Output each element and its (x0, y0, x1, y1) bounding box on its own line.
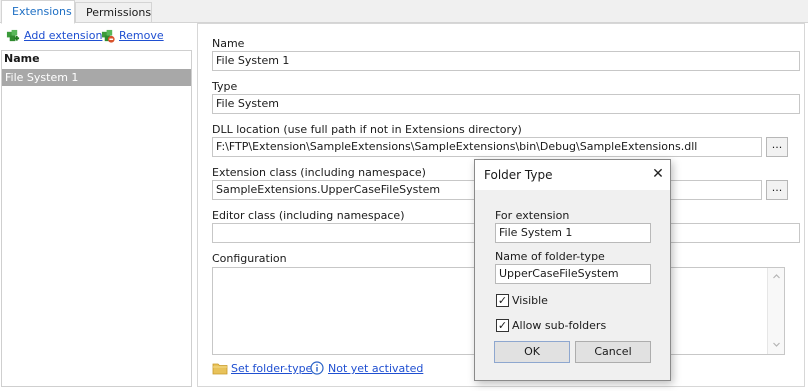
dll-location-label: DLL location (use full path if not in Ex… (212, 123, 522, 136)
type-label: Type (212, 80, 238, 93)
browse-class-button[interactable]: ... (766, 180, 788, 200)
close-icon[interactable]: ✕ (648, 164, 668, 184)
folder-icon (212, 363, 228, 375)
list-item[interactable]: File System 1 (2, 69, 191, 86)
editor-class-label: Editor class (including namespace) (212, 209, 405, 222)
allow-subfolders-checkbox[interactable]: ✓ (496, 319, 509, 332)
extensions-list (1, 50, 192, 387)
add-extension-icon (6, 29, 20, 42)
visible-checkbox[interactable]: ✓ (496, 294, 509, 307)
folder-type-name-field[interactable]: UpperCaseFileSystem (495, 264, 651, 284)
dll-location-field[interactable]: F:\FTP\Extension\SampleExtensions\Sample… (212, 137, 762, 157)
configuration-scrollbar[interactable] (767, 268, 784, 354)
remove-label[interactable]: Remove (119, 29, 164, 43)
allow-subfolders-label: Allow sub-folders (512, 319, 607, 332)
tab-extensions[interactable]: Extensions (1, 0, 75, 24)
extension-class-label: Extension class (including namespace) (212, 166, 426, 179)
add-extension-label[interactable]: Add extension (24, 29, 102, 43)
cancel-button[interactable]: Cancel (575, 341, 651, 363)
name-label: Name (212, 37, 245, 50)
folder-type-name-label: Name of folder-type (495, 250, 605, 263)
name-field[interactable]: File System 1 (212, 51, 800, 71)
tab-permissions[interactable]: Permissions (75, 2, 152, 23)
visible-label: Visible (512, 294, 548, 307)
info-icon (310, 361, 324, 375)
not-activated-label[interactable]: Not yet activated (328, 362, 423, 376)
ok-button[interactable]: OK (494, 341, 570, 363)
dialog-title: Folder Type (484, 168, 553, 182)
configuration-label: Configuration (212, 252, 287, 265)
set-folder-type-label[interactable]: Set folder-type (231, 362, 312, 376)
browse-dll-button[interactable]: ... (766, 137, 788, 157)
for-extension-field[interactable]: File System 1 (495, 223, 651, 243)
list-column-header[interactable]: Name (4, 52, 40, 65)
for-extension-label: For extension (495, 209, 570, 222)
remove-extension-icon (101, 29, 115, 43)
type-field[interactable]: File System (212, 94, 800, 114)
scroll-up-icon[interactable] (768, 271, 785, 281)
scroll-down-icon[interactable] (768, 340, 785, 350)
